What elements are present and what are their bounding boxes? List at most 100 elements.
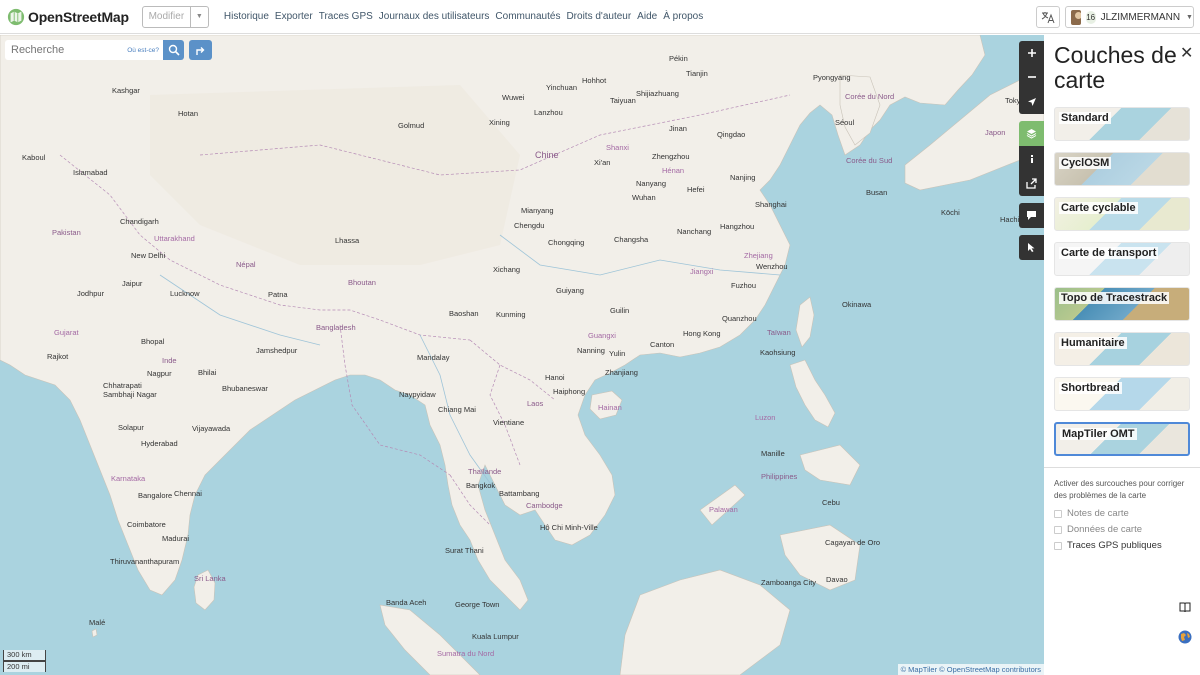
map-label: Jamshedpur xyxy=(256,346,298,355)
map-label: Nanjing xyxy=(730,173,756,182)
map-key-button[interactable] xyxy=(1019,146,1044,171)
map-label: Chengdu xyxy=(514,221,545,230)
map-label: Qingdao xyxy=(717,130,746,139)
map-label: Hainan xyxy=(598,403,622,412)
layer-shortbread[interactable]: Shortbread xyxy=(1054,377,1190,411)
map-label: Lhassa xyxy=(335,236,360,245)
map-label: Hyderabad xyxy=(141,439,178,448)
layer-humanitarian[interactable]: Humanitaire xyxy=(1054,332,1190,366)
site-name: OpenStreetMap xyxy=(28,8,129,25)
map-label: Surat Thani xyxy=(445,546,484,555)
map-label: Vijayawada xyxy=(192,424,231,433)
message-count-badge: 16 xyxy=(1085,10,1096,24)
map-label: Chennai xyxy=(174,489,202,498)
query-features-button[interactable] xyxy=(1019,235,1044,260)
top-header: OpenStreetMap Modifier ▼ Historique Expo… xyxy=(0,0,1200,34)
map-label: Kashgar xyxy=(112,86,140,95)
map-label: Nanning xyxy=(577,346,605,355)
layer-maptiler-omt[interactable]: MapTiler OMT xyxy=(1054,422,1190,456)
layer-label: Carte de transport xyxy=(1059,247,1159,259)
nav-help[interactable]: Aide xyxy=(637,11,657,22)
map-label: Shanghai xyxy=(755,200,787,209)
layer-label: Humanitaire xyxy=(1059,337,1127,349)
map-label: Bhilai xyxy=(198,368,217,377)
map-label: Kunming xyxy=(496,310,526,319)
map-label: Bhubaneswar xyxy=(222,384,268,393)
language-button[interactable] xyxy=(1036,6,1060,28)
land-visayas xyxy=(799,444,861,486)
edit-button[interactable]: Modifier xyxy=(141,5,191,28)
map-label: Bhopal xyxy=(141,337,165,346)
edit-dropdown-caret-icon[interactable]: ▼ xyxy=(190,5,209,28)
map-label: Lucknow xyxy=(170,289,200,298)
map-label: Hefei xyxy=(687,185,705,194)
map-label: Madurai xyxy=(162,534,190,543)
nav-copyright[interactable]: Droits d'auteur xyxy=(566,11,631,22)
layer-standard[interactable]: Standard xyxy=(1054,107,1190,141)
map-label: Cebu xyxy=(822,498,840,507)
overlay-map-data[interactable]: Données de carte xyxy=(1054,524,1142,535)
scale-km: 300 km xyxy=(3,650,46,661)
where-is-this-link[interactable]: Où est-ce? xyxy=(127,47,159,54)
checkbox[interactable] xyxy=(1054,525,1062,534)
map-label: Okinawa xyxy=(842,300,872,309)
land-luzon xyxy=(789,359,836,428)
overlay-hint: Activer des surcouches pour corriger des… xyxy=(1054,479,1185,500)
nav-history[interactable]: Historique xyxy=(224,11,269,22)
site-logo[interactable]: OpenStreetMap xyxy=(7,8,129,26)
user-menu-button[interactable]: 16 JLZIMMERMANN ▼ xyxy=(1065,6,1194,28)
map-label: Fuzhou xyxy=(731,281,757,290)
search-button[interactable] xyxy=(163,40,184,60)
locate-button[interactable] xyxy=(1019,89,1044,114)
map-label: Kaboul xyxy=(22,153,46,162)
checkbox[interactable] xyxy=(1054,541,1062,550)
search-input[interactable] xyxy=(5,44,120,56)
layer-cycle-map[interactable]: Carte cyclable xyxy=(1054,197,1190,231)
zoom-in-button[interactable] xyxy=(1019,41,1044,65)
share-button[interactable] xyxy=(1019,171,1044,196)
map-label: Cagayan de Oro xyxy=(825,538,881,547)
layers-panel: Couches de carte ✕ Standard CyclOSM Cart… xyxy=(1044,35,1200,675)
layer-tracestrack-topo[interactable]: Topo de Tracestrack xyxy=(1054,287,1190,321)
directions-button[interactable] xyxy=(189,40,212,60)
nav-communities[interactable]: Communautés xyxy=(495,11,560,22)
map-label: Hangzhou xyxy=(720,222,755,231)
book-icon[interactable] xyxy=(1178,600,1192,614)
layers-button[interactable] xyxy=(1019,121,1044,146)
nav-export[interactable]: Exporter xyxy=(275,11,313,22)
map-label: Kōchi xyxy=(941,208,960,217)
main-nav: Historique Exporter Traces GPS Journaux … xyxy=(224,11,709,22)
nav-user-diaries[interactable]: Journaux des utilisateurs xyxy=(379,11,490,22)
map-label: Busan xyxy=(866,188,888,197)
map-label: George Town xyxy=(455,600,500,609)
layer-transport-map[interactable]: Carte de transport xyxy=(1054,242,1190,276)
add-note-button[interactable] xyxy=(1019,203,1044,228)
panel-title: Couches de carte xyxy=(1054,42,1177,93)
map-label: Chandigarh xyxy=(120,217,159,226)
map-view[interactable]: Kashgar Hotan Kaboul Islamabad Pakistan … xyxy=(0,35,1044,675)
close-icon[interactable]: ✕ xyxy=(1180,43,1193,63)
edit-group: Modifier ▼ xyxy=(141,5,209,28)
nav-about[interactable]: À propos xyxy=(663,11,703,22)
map-label: Battambang xyxy=(499,489,540,498)
map-label: Changsha xyxy=(614,235,649,244)
map-label: Naypyidaw xyxy=(399,390,436,399)
map-label: Xi'an xyxy=(594,158,611,167)
map-label: Rajkot xyxy=(47,352,69,361)
search-box: Où est-ce? xyxy=(5,40,163,60)
map-label: Palawan xyxy=(709,505,738,514)
layer-cyclosm[interactable]: CyclOSM xyxy=(1054,152,1190,186)
zoom-out-button[interactable] xyxy=(1019,65,1044,89)
attribution-osm-link[interactable]: © OpenStreetMap contributors xyxy=(939,665,1041,674)
map-label: Quanzhou xyxy=(722,314,757,323)
nav-gps-traces[interactable]: Traces GPS xyxy=(319,11,373,22)
map-land-shapes xyxy=(0,35,1044,675)
globe-icon[interactable] xyxy=(1178,630,1192,644)
checkbox[interactable] xyxy=(1054,509,1062,518)
map-label: Malé xyxy=(89,618,106,627)
map-label: Guangxi xyxy=(588,331,616,340)
attribution-maptiler-link[interactable]: © MapTiler xyxy=(901,665,938,674)
map-label: Bhoutan xyxy=(348,278,376,287)
overlay-gps-traces[interactable]: Traces GPS publiques xyxy=(1054,540,1162,551)
overlay-map-notes[interactable]: Notes de carte xyxy=(1054,508,1129,519)
